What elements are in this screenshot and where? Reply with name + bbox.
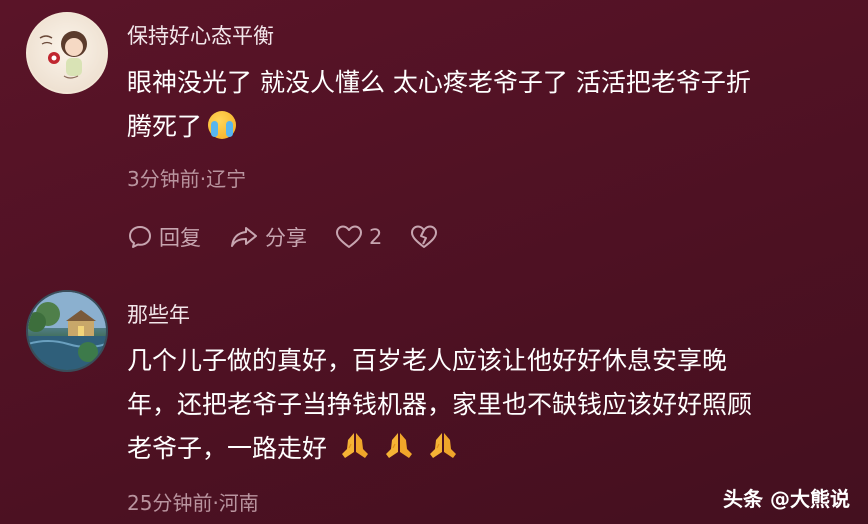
broken-heart-icon (411, 225, 438, 248)
share-button[interactable]: 分享 (229, 222, 307, 252)
user-avatar[interactable] (26, 12, 108, 94)
comment-meta: 25分钟前·河南 (127, 491, 259, 515)
comment-text: 眼神没光了 就没人懂么 太心疼老爷子了 活活把老爷子折 腾死了 (127, 61, 751, 149)
loudly-crying-face-icon (208, 111, 237, 139)
comment-actions: 回复 分享 2 (127, 222, 466, 252)
comment-username[interactable]: 保持好心态平衡 (127, 20, 274, 50)
watermark: 头条 @大熊说 (723, 487, 850, 511)
reply-button[interactable]: 回复 (127, 222, 201, 252)
reply-label: 回复 (159, 226, 201, 250)
like-button[interactable]: 2 (335, 224, 382, 250)
folded-hands-icon (383, 430, 415, 474)
user-avatar[interactable] (26, 290, 108, 372)
comment-item: 保持好心态平衡 眼神没光了 就没人懂么 太心疼老爷子了 活活把老爷子折 腾死了 … (0, 0, 868, 270)
comment-meta: 3分钟前·辽宁 (127, 167, 247, 191)
comment-text-line: 老爷子，一路走好 (127, 427, 752, 474)
comment-username[interactable]: 那些年 (127, 299, 190, 329)
heart-icon (336, 225, 362, 248)
comment-text-line: 年，还把老爷子当挣钱机器，家里也不缺钱应该好好照顾 (127, 390, 753, 419)
comment-text-fragment: 腾死了 (127, 112, 203, 141)
comment-text-line: 几个儿子做的真好，百岁老人应该让他好好休息安享晚 (127, 346, 728, 375)
comments-screen: { "comments": [ { "username": "保持好心态平衡",… (0, 0, 868, 524)
comment-text-line: 腾死了 (127, 105, 751, 149)
comment-text-line: 眼神没光了 就没人懂么 太心疼老爷子了 活活把老爷子折 (127, 68, 751, 97)
cartoon-girl-avatar-icon (39, 31, 87, 79)
share-arrow-icon (231, 227, 257, 247)
comment-text: 几个儿子做的真好，百岁老人应该让他好好休息安享晚 年，还把老爷子当挣钱机器，家里… (127, 339, 752, 474)
speech-bubble-icon (129, 226, 151, 248)
folded-hands-icon (427, 430, 459, 474)
comment-text-fragment: 老爷子，一路走好 (127, 434, 328, 463)
like-count: 2 (369, 225, 383, 249)
folded-hands-icon (339, 430, 371, 474)
dislike-button[interactable] (410, 224, 438, 250)
landscape-painting-avatar-icon (28, 292, 106, 370)
share-label: 分享 (265, 226, 307, 250)
